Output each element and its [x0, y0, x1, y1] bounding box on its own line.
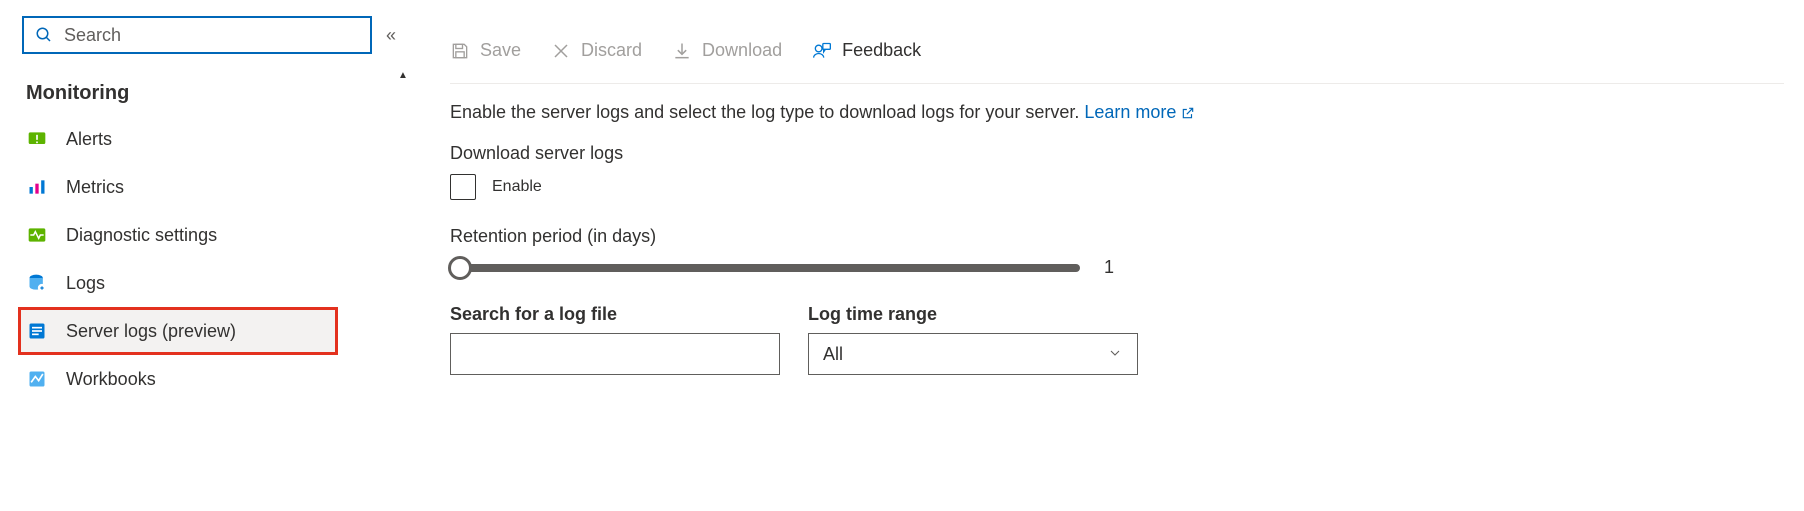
timerange-select[interactable]: All	[808, 333, 1138, 375]
save-label: Save	[480, 40, 521, 61]
sidebar-item-label: Server logs (preview)	[66, 321, 236, 342]
sidebar-item-logs[interactable]: Logs	[22, 259, 410, 307]
search-box[interactable]	[22, 16, 372, 54]
workbooks-icon	[26, 368, 48, 390]
search-icon	[34, 24, 54, 46]
metrics-icon	[26, 176, 48, 198]
discard-label: Discard	[581, 40, 642, 61]
scroll-up-icon[interactable]: ▲	[398, 70, 410, 82]
enable-checkbox[interactable]	[450, 174, 476, 200]
enable-label: Enable	[492, 178, 542, 196]
download-label: Download	[702, 40, 782, 61]
chevron-down-icon	[1107, 345, 1123, 364]
sidebar-item-label: Logs	[66, 273, 105, 294]
sidebar-item-label: Diagnostic settings	[66, 225, 217, 246]
search-log-label: Search for a log file	[450, 304, 780, 325]
sidebar-item-alerts[interactable]: Alerts	[22, 115, 410, 163]
timerange-value: All	[823, 344, 843, 365]
logs-icon	[26, 272, 48, 294]
download-button[interactable]: Download	[672, 40, 782, 61]
sidebar-item-label: Alerts	[66, 129, 112, 150]
toolbar: Save Discard Download Feedback	[450, 40, 1784, 84]
diagnostic-icon	[26, 224, 48, 246]
download-icon	[672, 41, 692, 61]
feedback-icon	[812, 41, 832, 61]
sidebar-item-workbooks[interactable]: Workbooks	[22, 355, 410, 403]
learn-more-link[interactable]: Learn more	[1084, 102, 1195, 122]
discard-icon	[551, 41, 571, 61]
collapse-icon[interactable]: «	[386, 25, 396, 46]
feedback-button[interactable]: Feedback	[812, 40, 921, 61]
sidebar-item-label: Metrics	[66, 177, 124, 198]
download-server-logs-label: Download server logs	[450, 143, 1784, 164]
feedback-label: Feedback	[842, 40, 921, 61]
main-content: Save Discard Download Feedback Enable th…	[410, 0, 1804, 511]
retention-value: 1	[1104, 257, 1114, 278]
sidebar: « ▲ Monitoring Alerts Metrics Diagnostic…	[0, 0, 410, 511]
description-text: Enable the server logs and select the lo…	[450, 102, 1784, 123]
search-input[interactable]	[64, 25, 360, 46]
retention-label: Retention period (in days)	[450, 226, 1784, 247]
discard-button[interactable]: Discard	[551, 40, 642, 61]
sidebar-item-diagnostic[interactable]: Diagnostic settings	[22, 211, 410, 259]
sidebar-item-metrics[interactable]: Metrics	[22, 163, 410, 211]
alerts-icon	[26, 128, 48, 150]
save-button[interactable]: Save	[450, 40, 521, 61]
timerange-label: Log time range	[808, 304, 1138, 325]
sidebar-item-server-logs[interactable]: Server logs (preview)	[18, 307, 338, 355]
slider-thumb[interactable]	[448, 256, 472, 280]
server-logs-icon	[26, 320, 48, 342]
section-title-monitoring: Monitoring	[26, 82, 410, 105]
sidebar-item-label: Workbooks	[66, 369, 156, 390]
save-icon	[450, 41, 470, 61]
search-log-input[interactable]	[450, 333, 780, 375]
retention-slider[interactable]	[450, 264, 1080, 272]
